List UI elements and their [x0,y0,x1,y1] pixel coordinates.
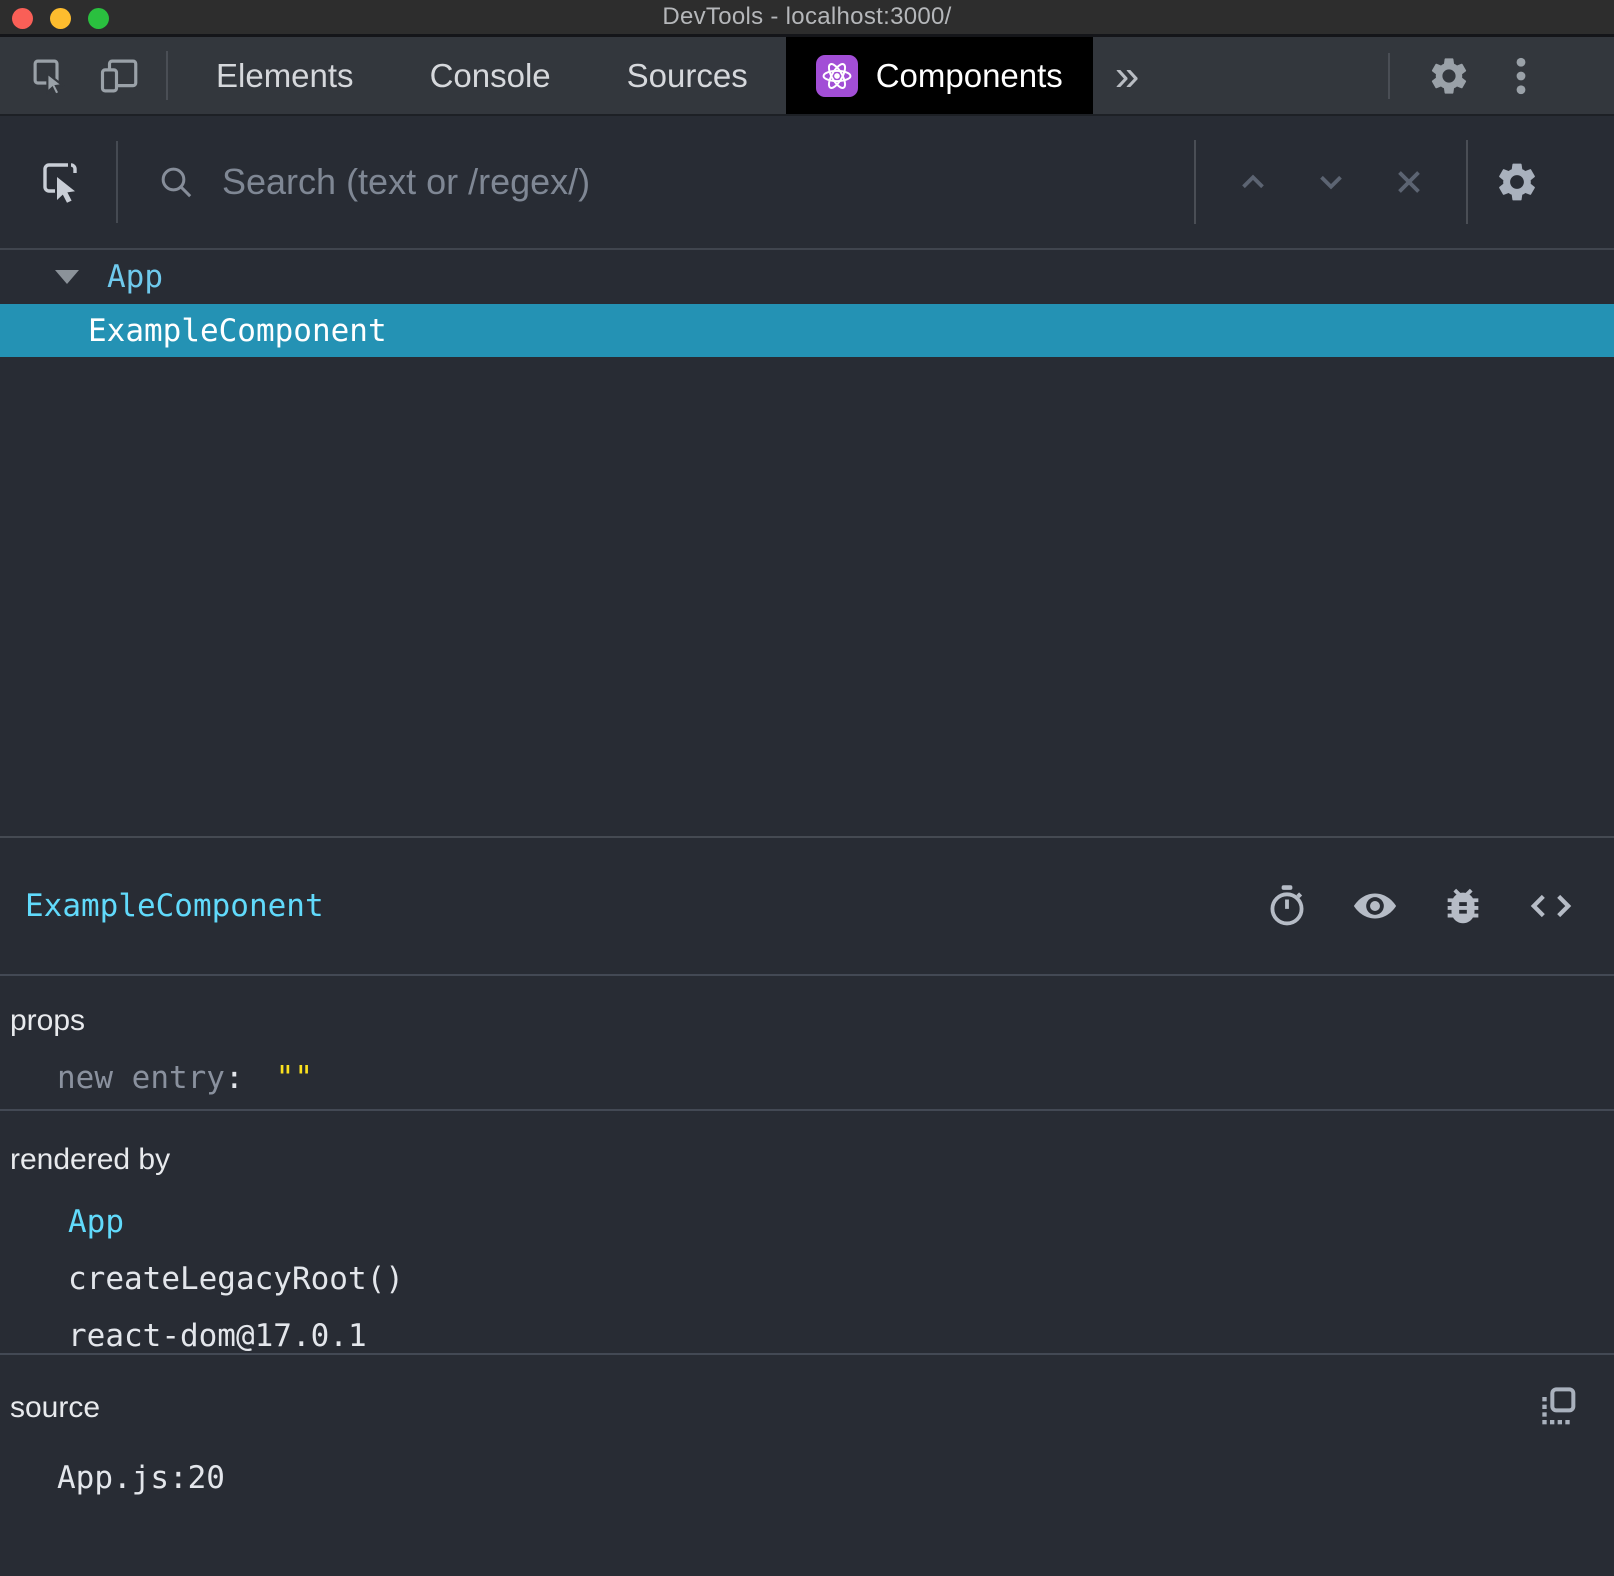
prop-entry[interactable]: new entry: "" [0,1060,1614,1096]
inspect-element-icon [38,158,86,206]
device-toolbar-icon [97,55,143,97]
prop-key[interactable]: new entry [57,1060,225,1096]
chevron-up-icon [1234,163,1272,201]
inspector-panel: ExampleComponent [0,836,1614,1576]
devtools-settings-button[interactable] [1414,54,1484,98]
kebab-menu-icon [1511,54,1531,98]
copy-source-button[interactable] [1538,1385,1614,1430]
tab-console[interactable]: Console [392,37,589,114]
close-icon [1390,163,1428,201]
toolbar-separator [1388,53,1390,99]
react-logo-icon [816,55,858,97]
tree-item-app[interactable]: App [0,250,1614,304]
code-brackets-icon [1526,883,1576,929]
rendered-by-item: createLegacyRoot() [0,1262,1614,1296]
devtools-window: DevTools - localhost:3000/ Elements [0,0,1614,1576]
tab-sources[interactable]: Sources [589,37,786,114]
tab-elements-label: Elements [216,57,354,95]
search-icon [156,162,196,202]
source-section: source [0,1355,1614,1576]
devtools-menu-button[interactable] [1498,54,1544,98]
tab-sources-label: Sources [627,57,748,95]
prop-colon: : [225,1060,244,1096]
bug-icon [1440,883,1486,929]
inspect-element-icon [29,55,71,97]
view-source-button[interactable] [1520,877,1582,935]
tree-item-examplecomponent[interactable]: ExampleComponent [0,304,1614,357]
selected-component-name: ExampleComponent [25,888,1258,924]
next-match-button[interactable] [1292,163,1370,201]
stopwatch-icon [1264,883,1310,929]
components-settings-button[interactable] [1494,159,1540,205]
select-element-button[interactable] [32,152,92,212]
tab-console-label: Console [430,57,551,95]
close-window-button[interactable] [12,8,33,29]
inspect-element-button[interactable] [16,37,84,114]
clear-search-button[interactable] [1370,163,1448,201]
inspect-dom-button[interactable] [1344,877,1406,935]
window-title: DevTools - localhost:3000/ [662,3,951,31]
toolbar-separator [166,51,168,100]
props-label: props [0,1004,1614,1038]
traffic-lights [12,8,109,29]
gear-icon [1494,159,1540,205]
suspend-toggle-button[interactable] [1258,877,1316,935]
source-label: source [0,1391,1538,1425]
tab-elements[interactable]: Elements [178,37,392,114]
chevron-down-icon [1312,163,1350,201]
tab-components[interactable]: Components [786,37,1093,114]
copy-icon [1538,1412,1578,1429]
device-toolbar-button[interactable] [84,37,156,114]
gear-icon [1427,54,1471,98]
tree-item-label: App [107,259,163,295]
zoom-window-button[interactable] [88,8,109,29]
tree-item-label: ExampleComponent [88,313,387,349]
search-controls-separator [1194,140,1196,224]
prop-value[interactable]: "" [276,1060,313,1096]
rendered-by-app-link[interactable]: App [0,1205,1614,1239]
eye-icon [1350,883,1400,929]
expander-arrow-icon[interactable] [55,270,79,284]
tab-components-label: Components [876,57,1063,95]
search-separator [116,141,118,223]
minimize-window-button[interactable] [50,8,71,29]
more-tabs-icon: » [1115,51,1139,101]
rendered-by-section: rendered by App createLegacyRoot() react… [0,1111,1614,1355]
components-search-bar [0,116,1614,250]
component-tree: App ExampleComponent [0,250,1614,836]
previous-match-button[interactable] [1214,163,1292,201]
search-input[interactable] [222,161,1194,203]
rendered-by-item: react-dom@17.0.1 [0,1319,1614,1353]
source-file-link[interactable]: App.js:20 [0,1460,1614,1496]
search-controls-separator [1466,140,1468,224]
more-tabs-button[interactable]: » [1093,37,1161,114]
debug-button[interactable] [1434,877,1492,935]
props-section: props new entry: "" [0,976,1614,1111]
devtools-tabbar: Elements Console Sources Components [0,37,1614,116]
inspector-header: ExampleComponent [0,838,1614,976]
rendered-by-label: rendered by [0,1143,1614,1177]
titlebar: DevTools - localhost:3000/ [0,0,1614,37]
